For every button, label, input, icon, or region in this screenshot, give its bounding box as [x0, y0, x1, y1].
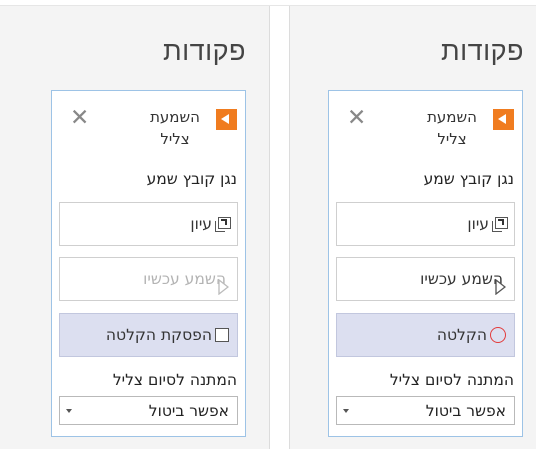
browse-button[interactable]: עיון: [336, 202, 515, 246]
wait-for-sound-label: המתנה לסיום צליל: [112, 371, 237, 389]
wait-mode-select[interactable]: אפשר ביטול: [59, 396, 238, 425]
chevron-down-icon: [343, 409, 349, 413]
play-now-button[interactable]: השמע עכשיו: [336, 257, 515, 301]
commands-pane-left: פקודות השמעת צליל ✕ נגן קובץ שמע עיון הש…: [0, 6, 270, 449]
close-icon[interactable]: ✕: [347, 106, 366, 130]
wait-mode-select[interactable]: אפשר ביטול: [336, 396, 515, 425]
browse-label: עיון: [467, 215, 489, 233]
pane-title: פקודות: [162, 36, 246, 67]
stop-recording-button[interactable]: הפסקת הקלטה: [59, 313, 238, 357]
browse-label: עיון: [190, 215, 212, 233]
wait-mode-value: אפשר ביטול: [425, 401, 506, 420]
play-now-label: השמע עכשיו: [143, 270, 226, 288]
screenshot-stage: פקודות השמעת צליל ✕ נגן קובץ שמע עיון הש…: [0, 0, 536, 449]
record-button[interactable]: הקלטה: [336, 313, 515, 357]
card-title: השמעת צליל: [150, 108, 200, 148]
collapse-arrow-button[interactable]: [216, 109, 237, 130]
pane-gap: [270, 6, 289, 449]
commands-pane-right: פקודות השמעת צליל ✕ נגן קובץ שמע עיון הש…: [289, 6, 536, 449]
browse-icon: [215, 217, 231, 232]
browse-icon: [492, 217, 508, 232]
stop-square-icon: [215, 328, 229, 342]
wait-mode-value: אפשר ביטול: [148, 401, 229, 420]
chevron-down-icon: [66, 409, 72, 413]
record-circle-icon: [490, 327, 506, 343]
play-audio-file-label: נגן קובץ שמע: [146, 170, 237, 188]
close-icon[interactable]: ✕: [70, 106, 89, 130]
record-label: הקלטה: [436, 326, 487, 344]
browse-button[interactable]: עיון: [59, 202, 238, 246]
card-header: השמעת צליל ✕: [60, 105, 237, 151]
play-sound-card: השמעת צליל ✕ נגן קובץ שמע עיון השמע עכשי…: [51, 90, 246, 437]
play-audio-file-label: נגן קובץ שמע: [423, 170, 514, 188]
card-title: השמעת צליל: [427, 108, 477, 148]
card-header: השמעת צליל ✕: [337, 105, 514, 151]
wait-for-sound-label: המתנה לסיום צליל: [389, 371, 514, 389]
play-now-label: השמע עכשיו: [420, 270, 503, 288]
stop-recording-label: הפסקת הקלטה: [105, 326, 212, 344]
play-now-button[interactable]: השמע עכשיו: [59, 257, 238, 301]
play-sound-card: השמעת צליל ✕ נגן קובץ שמע עיון השמע עכשי…: [328, 90, 523, 437]
collapse-arrow-button[interactable]: [493, 109, 514, 130]
pane-title: פקודות: [440, 36, 524, 67]
